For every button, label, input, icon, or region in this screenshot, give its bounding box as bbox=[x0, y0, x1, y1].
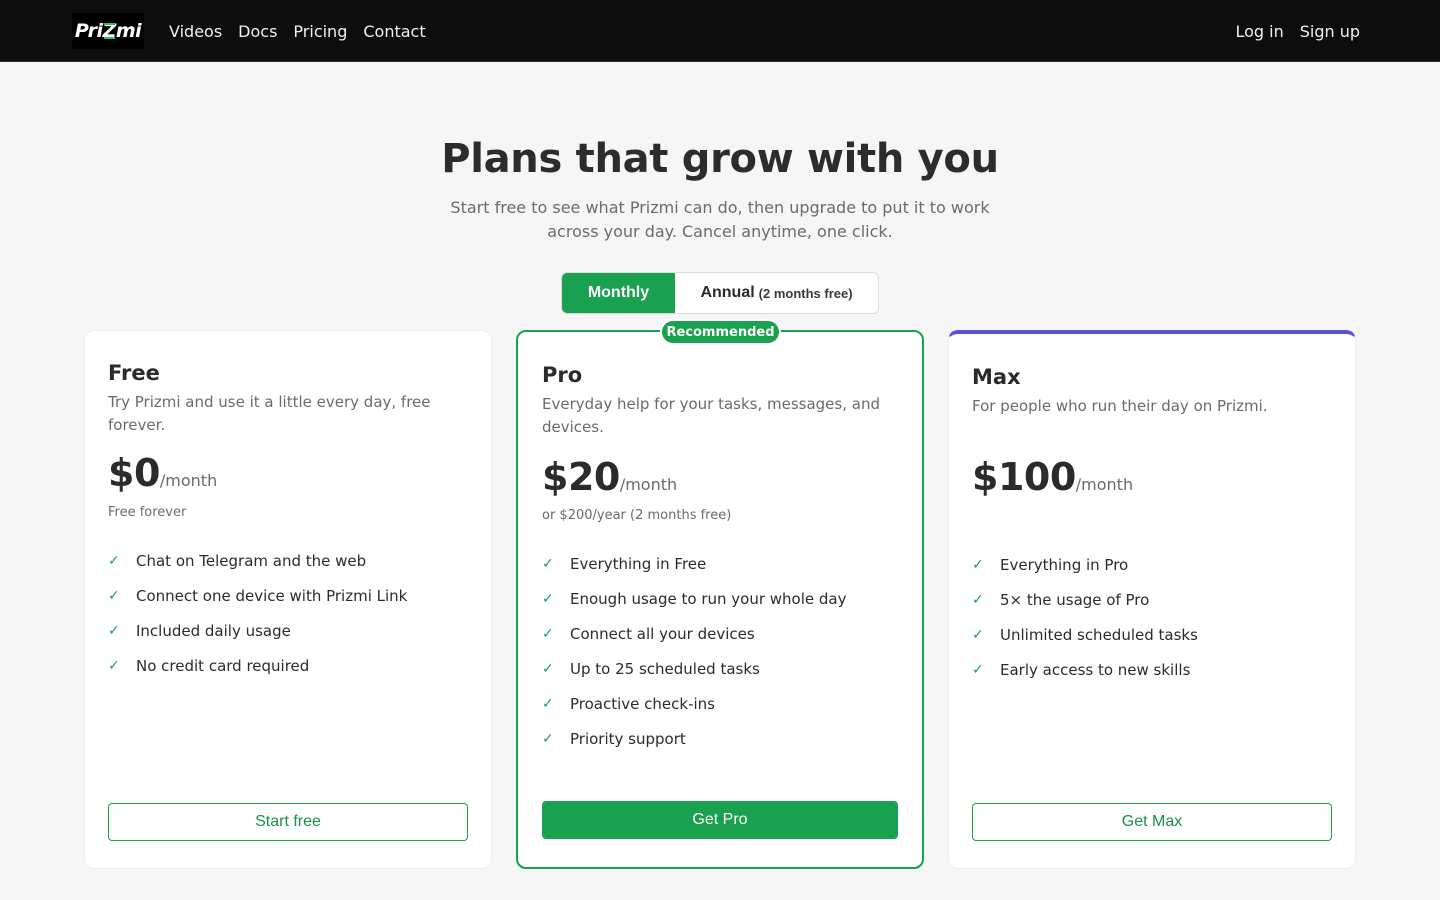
price-period-free: /month bbox=[159, 471, 218, 490]
feature-item: ✓ Everything in Free bbox=[542, 546, 846, 581]
check-icon: ✓ bbox=[108, 657, 120, 674]
plan-desc-free: Try Prizmi and use it a little every day… bbox=[108, 393, 431, 434]
feature-list-pro: ✓ Everything in Free ✓ Enough usage to run… bbox=[542, 546, 846, 756]
auth-nav: Log in Sign up bbox=[1235, 0, 1360, 62]
feature-item: ✓ Included daily usage bbox=[108, 613, 407, 648]
check-icon: ✓ bbox=[542, 660, 554, 677]
feature-text: Proactive check-ins bbox=[570, 694, 715, 713]
feature-text: Included daily usage bbox=[136, 621, 291, 640]
feature-text: Enough usage to run your whole day bbox=[570, 589, 847, 608]
page-title: Plans that grow with you bbox=[441, 136, 999, 182]
get-pro-button[interactable]: Get Pro bbox=[542, 801, 898, 839]
check-icon: ✓ bbox=[972, 591, 984, 608]
plan-name-pro: Pro bbox=[542, 363, 583, 387]
recommended-badge: Recommended bbox=[660, 319, 781, 345]
nav-link-contact[interactable]: Contact bbox=[363, 22, 425, 41]
feature-item: ✓ Everything in Pro bbox=[972, 547, 1198, 582]
login-link[interactable]: Log in bbox=[1235, 22, 1283, 41]
check-icon: ✓ bbox=[108, 622, 120, 639]
page-subtitle: Start free to see what Prizmi can do, th… bbox=[450, 198, 990, 241]
price-amount-free: $0 bbox=[108, 451, 160, 495]
feature-text: No credit card required bbox=[136, 656, 310, 675]
plan-name-max: Max bbox=[972, 365, 1021, 389]
feature-item: ✓ No credit card required bbox=[108, 648, 407, 683]
feature-item: ✓ Connect one device with Prizmi Link bbox=[108, 578, 407, 613]
check-icon: ✓ bbox=[108, 552, 120, 569]
feature-item: ✓ Chat on Telegram and the web bbox=[108, 543, 407, 578]
feature-text: Connect all your devices bbox=[570, 624, 755, 643]
feature-text: Priority support bbox=[570, 729, 686, 748]
get-max-button[interactable]: Get Max bbox=[972, 803, 1332, 841]
feature-text: 5× the usage of Pro bbox=[1000, 590, 1150, 609]
plan-price-free: $0 /month bbox=[108, 451, 217, 495]
check-icon: ✓ bbox=[542, 730, 554, 747]
feature-text: Everything in Free bbox=[570, 554, 707, 573]
start-free-button[interactable]: Start free bbox=[108, 803, 468, 841]
feature-text: Everything in Pro bbox=[1000, 555, 1129, 574]
toggle-annual-note: (2 months free) bbox=[758, 285, 853, 301]
feature-text: Connect one device with Prizmi Link bbox=[136, 586, 408, 605]
feature-text: Up to 25 scheduled tasks bbox=[570, 659, 760, 678]
check-icon: ✓ bbox=[542, 695, 554, 712]
prizmi-logo[interactable]: Pri Zmi bbox=[72, 13, 144, 49]
signup-link[interactable]: Sign up bbox=[1300, 22, 1360, 41]
price-period-pro: /month bbox=[619, 475, 678, 494]
billing-period-toggle: Monthly Annual (2 months free) bbox=[561, 272, 879, 314]
plan-desc-max: For people who run their day on Prizmi. bbox=[972, 397, 1268, 415]
feature-item: ✓ Early access to new skills bbox=[972, 652, 1198, 687]
toggle-annual-label: Annual bbox=[700, 284, 755, 301]
price-period-max: /month bbox=[1075, 475, 1134, 494]
plan-price-max: $100 /month bbox=[972, 455, 1133, 499]
feature-list-free: ✓ Chat on Telegram and the web ✓ Connect o… bbox=[108, 543, 407, 683]
logo-z-mark: Z bbox=[102, 20, 117, 42]
top-nav: Pri Zmi Videos Docs Pricing Contact Log i… bbox=[0, 0, 1440, 62]
check-icon: ✓ bbox=[542, 590, 554, 607]
check-icon: ✓ bbox=[972, 556, 984, 573]
feature-item: ✓ Up to 25 scheduled tasks bbox=[542, 651, 846, 686]
logo-text-part1: Pri bbox=[74, 20, 103, 42]
check-icon: ✓ bbox=[542, 625, 554, 642]
check-icon: ✓ bbox=[972, 661, 984, 678]
nav-link-docs[interactable]: Docs bbox=[238, 22, 277, 41]
plan-price-pro: $20 /month bbox=[542, 455, 677, 499]
nav-link-pricing[interactable]: Pricing bbox=[293, 22, 347, 41]
price-amount-max: $100 bbox=[972, 455, 1076, 499]
primary-nav: Videos Docs Pricing Contact bbox=[169, 0, 426, 62]
feature-item: ✓ 5× the usage of Pro bbox=[972, 582, 1198, 617]
feature-text: Early access to new skills bbox=[1000, 660, 1191, 679]
feature-item: ✓ Proactive check-ins bbox=[542, 686, 846, 721]
feature-item: ✓ Enough usage to run your whole day bbox=[542, 581, 846, 616]
feature-text: Chat on Telegram and the web bbox=[136, 551, 367, 570]
price-note-pro: or $200/year (2 months free) bbox=[542, 508, 732, 523]
feature-list-max: ✓ Everything in Pro ✓ 5× the usage of Pro … bbox=[972, 547, 1198, 687]
plan-desc-pro: Everyday help for your tasks, messages, … bbox=[542, 395, 880, 436]
price-amount-pro: $20 bbox=[542, 455, 620, 499]
plan-name-free: Free bbox=[108, 361, 160, 385]
logo-text-part2: mi bbox=[115, 20, 142, 42]
toggle-monthly-button[interactable]: Monthly bbox=[562, 273, 675, 313]
feature-text: Unlimited scheduled tasks bbox=[1000, 625, 1198, 644]
toggle-annual-button[interactable]: Annual (2 months free) bbox=[675, 273, 878, 313]
price-note-free: Free forever bbox=[108, 505, 187, 520]
check-icon: ✓ bbox=[108, 587, 120, 604]
check-icon: ✓ bbox=[972, 626, 984, 643]
nav-link-videos[interactable]: Videos bbox=[169, 22, 222, 41]
feature-item: ✓ Priority support bbox=[542, 721, 846, 756]
check-icon: ✓ bbox=[542, 555, 554, 572]
feature-item: ✓ Connect all your devices bbox=[542, 616, 846, 651]
feature-item: ✓ Unlimited scheduled tasks bbox=[972, 617, 1198, 652]
